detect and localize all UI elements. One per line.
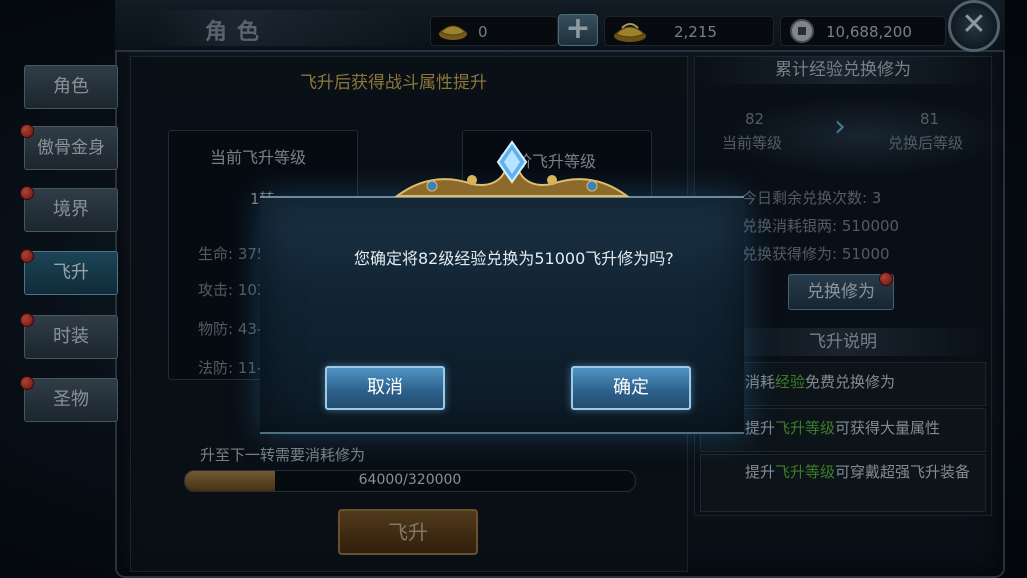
cancel-button[interactable]: 取消 — [325, 366, 445, 410]
confirm-button[interactable]: 确定 — [571, 366, 691, 410]
dialog-crest-ornament — [392, 140, 632, 200]
dialog-message: 您确定将82级经验兑换为51000飞升修为吗? — [354, 249, 674, 268]
